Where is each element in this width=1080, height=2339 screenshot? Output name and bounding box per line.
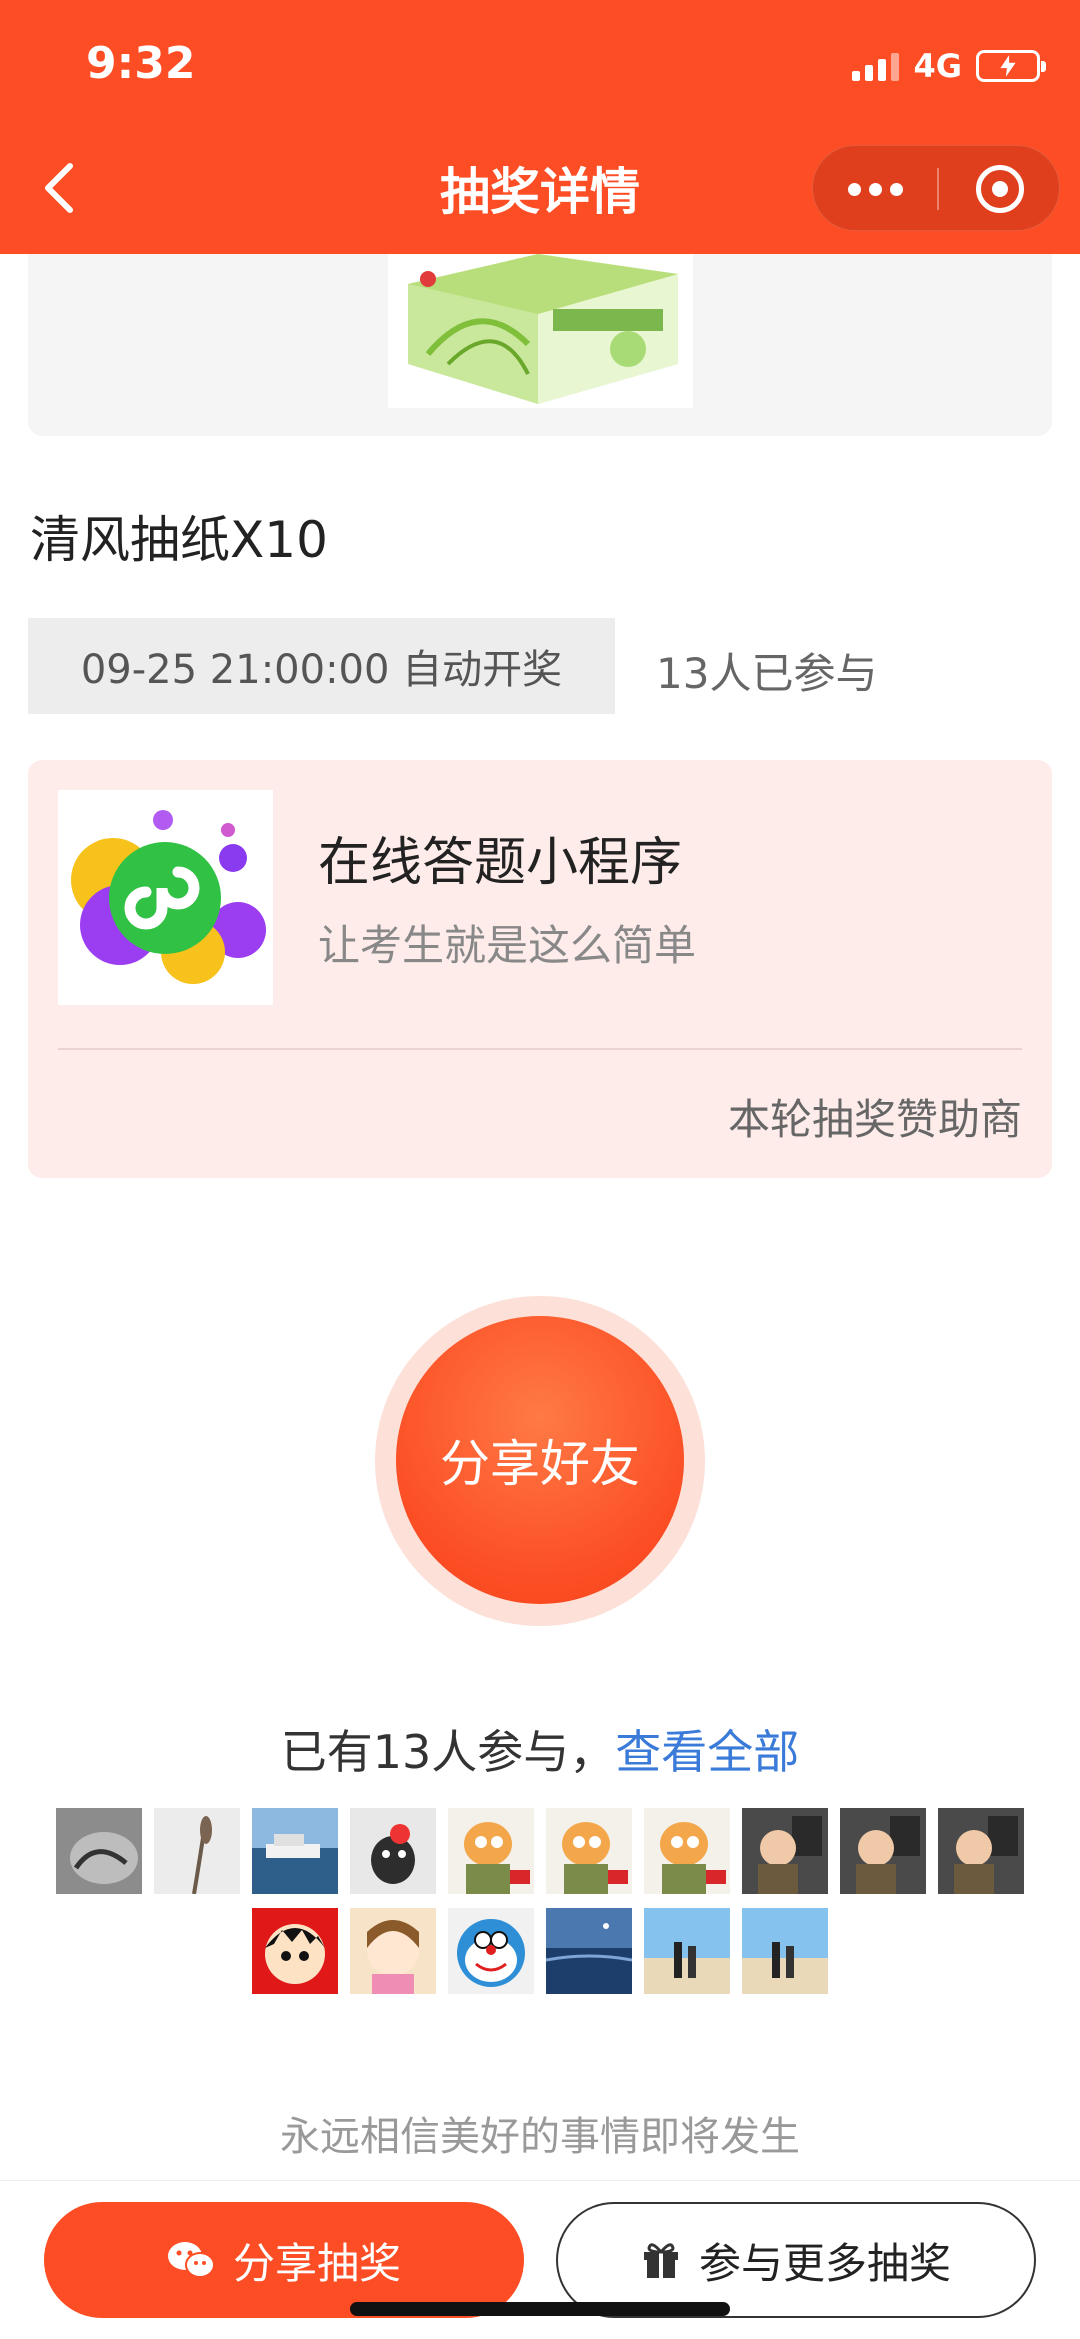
close-miniprogram-icon[interactable]: [939, 146, 1061, 232]
participant-avatar[interactable]: [252, 1908, 338, 1994]
participant-avatar[interactable]: [644, 1908, 730, 1994]
footer-slogan: 永远相信美好的事情即将发生: [280, 2114, 800, 2160]
view-all-link[interactable]: 查看全部: [615, 1725, 799, 1779]
signal-icon: [852, 51, 900, 81]
gift-icon: [643, 2243, 678, 2278]
sponsor-name: 在线答题小程序: [318, 833, 683, 893]
participant-avatar[interactable]: [644, 1808, 730, 1894]
participant-avatar[interactable]: [56, 1808, 142, 1894]
home-indicator: [350, 2302, 730, 2316]
participant-avatar[interactable]: [448, 1908, 534, 1994]
joined-summary: 已有13人参与，查看全部: [0, 1716, 1080, 1782]
header: 9:32 4G 抽奖详情: [0, 0, 1080, 254]
joined-text: 已有13人参与，: [280, 1725, 616, 1779]
status-time: 9:32: [86, 38, 196, 89]
wechat-icon: [167, 2242, 215, 2278]
miniprogram-capsule: [812, 145, 1060, 231]
more-lottery-button[interactable]: 参与更多抽奖: [556, 2202, 1036, 2318]
participants-count: 13人已参与: [656, 649, 878, 698]
participant-avatar[interactable]: [546, 1808, 632, 1894]
participant-avatar[interactable]: [252, 1808, 338, 1894]
network-type: 4G: [913, 47, 962, 85]
prize-name: 清风抽纸X10: [30, 511, 328, 569]
participant-avatar[interactable]: [448, 1808, 534, 1894]
status-indicators: 4G: [852, 46, 1046, 86]
more-lottery-label: 参与更多抽奖: [698, 2238, 951, 2288]
draw-time-badge: 09-25 21:00:00 自动开奖: [28, 618, 615, 714]
sponsor-card[interactable]: 在线答题小程序 让考生就是这么简单 本轮抽奖赞助商: [28, 760, 1052, 1178]
participant-avatar[interactable]: [154, 1808, 240, 1894]
share-lottery-label: 分享抽奖: [232, 2238, 401, 2288]
prize-image: [388, 254, 693, 408]
sponsor-label: 本轮抽奖赞助商: [727, 1095, 1022, 1144]
participant-avatar[interactable]: [938, 1808, 1024, 1894]
lottery-detail-page: 9:32 4G 抽奖详情 清风抽纸X10 09-25 21:00:00 自动开奖…: [0, 0, 1080, 2339]
participant-avatar[interactable]: [742, 1808, 828, 1894]
sponsor-slogan: 让考生就是这么简单: [318, 921, 697, 970]
participant-avatar[interactable]: [546, 1908, 632, 1994]
participant-avatar[interactable]: [350, 1808, 436, 1894]
more-icon[interactable]: [813, 146, 937, 232]
divider: [58, 1048, 1022, 1050]
share-lottery-button[interactable]: 分享抽奖: [44, 2202, 524, 2318]
participant-avatar[interactable]: [742, 1908, 828, 1994]
miniprogram-logo-icon: [58, 790, 273, 1005]
participant-avatar[interactable]: [840, 1808, 926, 1894]
participant-avatar[interactable]: [350, 1908, 436, 1994]
battery-icon: [976, 50, 1046, 82]
share-friends-button[interactable]: 分享好友: [396, 1316, 684, 1604]
